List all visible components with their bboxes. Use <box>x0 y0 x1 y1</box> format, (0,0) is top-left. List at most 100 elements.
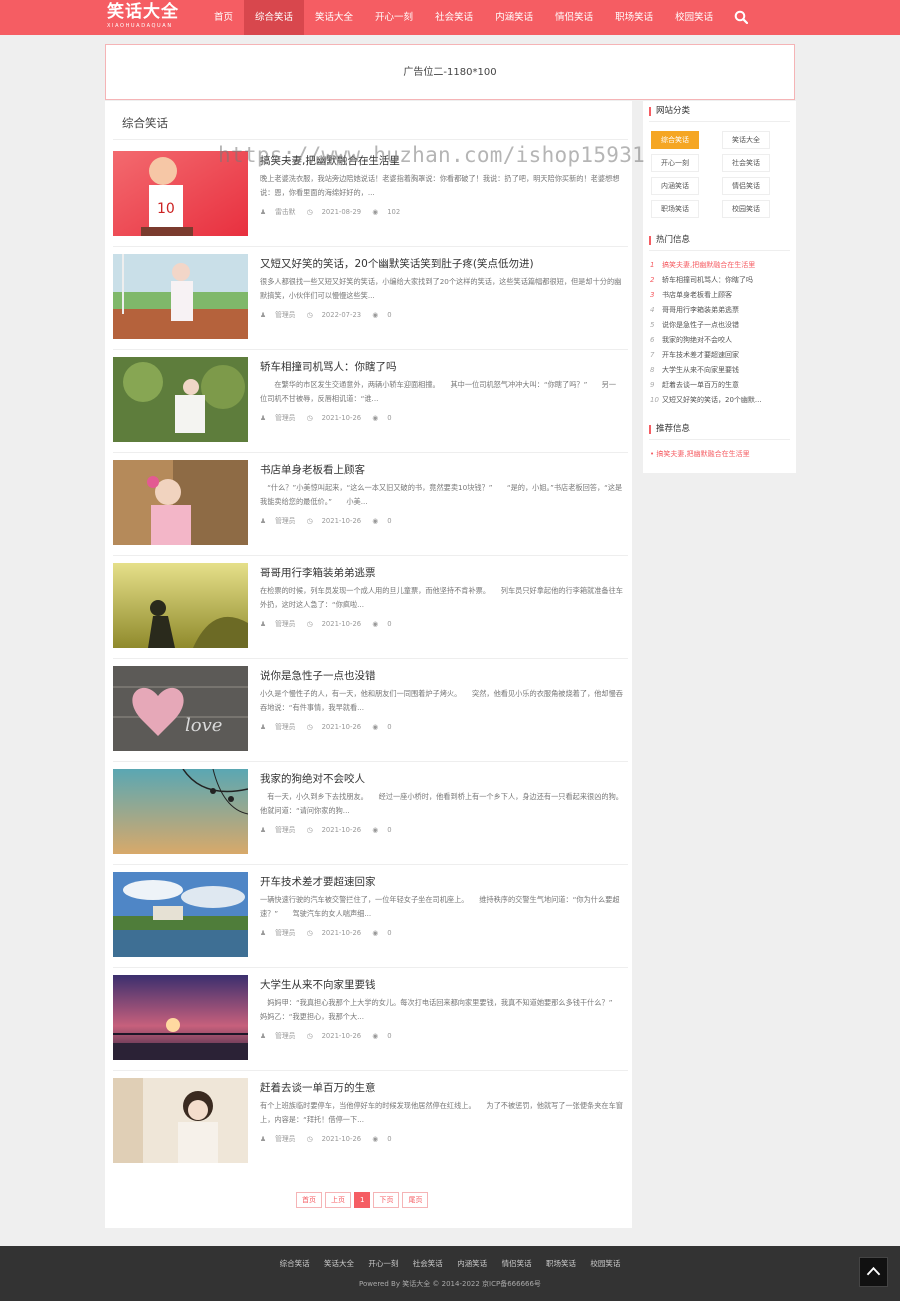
article-thumbnail[interactable] <box>113 769 248 854</box>
back-to-top-icon[interactable] <box>859 1257 888 1287</box>
article-thumbnail[interactable] <box>113 1078 248 1163</box>
article-thumbnail[interactable] <box>113 975 248 1060</box>
article-thumbnail[interactable] <box>113 254 248 339</box>
hot-item[interactable]: 10 又短又好笑的笑话，20个幽默... <box>650 395 790 405</box>
article-title[interactable]: 我家的狗绝对不会咬人 <box>260 771 365 786</box>
list-item[interactable]: 哥哥用行李箱装弟弟逃票 在检票的时候，列车员发现一个成人用的旦儿童票，而他坚持不… <box>113 563 628 659</box>
search-icon[interactable] <box>734 10 748 24</box>
list-item[interactable]: 书店单身老板看上顾客 “什么？”小美惊叫起来，“这么一本又旧又破的书，竟然要卖1… <box>113 460 628 556</box>
hot-item-title[interactable]: 我家的狗绝对不会咬人 <box>662 336 732 344</box>
hot-item-title[interactable]: 说你是急性子一点也没错 <box>662 321 739 329</box>
footer-link[interactable]: 校园笑话 <box>590 1259 620 1268</box>
divider <box>649 250 790 251</box>
list-item[interactable]: 我家的狗绝对不会咬人 有一天，小久到乡下去找朋友。 经过一座小桥时，他看到桥上有… <box>113 769 628 865</box>
article-summary: 有个上班族临时要停车，当他停好车的时候发现他居然停在红线上。 为了不被惩罚，他就… <box>260 1101 623 1124</box>
pager-current[interactable]: 1 <box>354 1192 371 1208</box>
eye-icon: ◉ <box>372 414 379 422</box>
article-title[interactable]: 开车技术差才要超速回家 <box>260 874 376 889</box>
article-date: 2021-10-26 <box>321 929 362 937</box>
article-list-panel: 综合笑话 10 搞笑夫妻,把幽默融合在生活里 晚上老婆洗衣服，我站旁边陪她说话！… <box>105 101 632 1228</box>
hot-item[interactable]: 6 我家的狗绝对不会咬人 <box>650 335 790 345</box>
list-item[interactable]: love 说你是急性子一点也没错 小久是个慢性子的人，有一天，他和朋友们一同围着… <box>113 666 628 762</box>
nav-item-kaixin[interactable]: 开心一刻 <box>364 0 424 35</box>
clock-icon: ◷ <box>306 929 313 937</box>
article-title[interactable]: 又短又好笑的笑话，20个幽默笑话笑到肚子疼(笑点低勿进) <box>260 256 534 271</box>
article-title[interactable]: 大学生从来不向家里要钱 <box>260 977 376 992</box>
rank-number: 3 <box>650 291 655 299</box>
category-qinglv[interactable]: 情侣笑话 <box>722 177 770 195</box>
article-thumbnail[interactable] <box>113 460 248 545</box>
article-title[interactable]: 搞笑夫妻,把幽默融合在生活里 <box>260 153 400 168</box>
hot-item[interactable]: 5 说你是急性子一点也没错 <box>650 320 790 330</box>
footer-link[interactable]: 情侣笑话 <box>502 1259 532 1268</box>
hot-item[interactable]: 3 书店单身老板看上顾客 <box>650 290 790 300</box>
footer-link[interactable]: 职场笑话 <box>546 1259 576 1268</box>
article-title[interactable]: 说你是急性子一点也没错 <box>260 668 376 683</box>
pager-last[interactable]: 尾页 <box>402 1192 429 1208</box>
hot-item[interactable]: 1 搞笑夫妻,把幽默融合在生活里 <box>650 260 790 270</box>
pager-next[interactable]: 下页 <box>373 1192 400 1208</box>
list-item[interactable]: 10 搞笑夫妻,把幽默融合在生活里 晚上老婆洗衣服，我站旁边陪她说话！老婆指着胸… <box>113 151 628 247</box>
hot-item-title[interactable]: 轿车相撞司机骂人：你瞎了吗 <box>662 276 753 284</box>
nav-item-shehui[interactable]: 社会笑话 <box>424 0 484 35</box>
category-kaixin[interactable]: 开心一刻 <box>651 154 699 172</box>
site-logo[interactable]: 笑话大全 XIAOHUADAQUAN <box>107 2 187 33</box>
ad-banner[interactable]: 广告位二-1180*100 <box>105 44 795 100</box>
rank-number: 6 <box>650 336 655 344</box>
rank-number: 4 <box>650 306 655 314</box>
article-meta: ♟ 管理员 ◷ 2021-10-26 ◉ 0 <box>260 515 401 525</box>
footer-link[interactable]: 开心一刻 <box>368 1259 398 1268</box>
nav-item-home[interactable]: 首页 <box>203 0 244 35</box>
hot-item[interactable]: 8 大学生从来不向家里要钱 <box>650 365 790 375</box>
nav-item-zhichang[interactable]: 职场笑话 <box>604 0 664 35</box>
article-thumbnail[interactable]: love <box>113 666 248 751</box>
category-zhichang[interactable]: 职场笑话 <box>651 200 699 218</box>
list-item[interactable]: 开车技术差才要超速回家 一辆快速行驶的汽车被交警拦住了，一位年轻女子坐在司机座上… <box>113 872 628 968</box>
main-nav: 首页 综合笑话 笑话大全 开心一刻 社会笑话 内涵笑话 情侣笑话 职场笑话 校园… <box>203 0 724 35</box>
pager-prev[interactable]: 上页 <box>325 1192 351 1208</box>
hot-item-title[interactable]: 书店单身老板看上顾客 <box>662 291 732 299</box>
list-item[interactable]: 又短又好笑的笑话，20个幽默笑话笑到肚子疼(笑点低勿进) 很多人都很找一些又短又… <box>113 254 628 350</box>
footer-link[interactable]: 内涵笑话 <box>457 1259 487 1268</box>
article-thumbnail[interactable] <box>113 563 248 648</box>
category-xiaohua[interactable]: 笑话大全 <box>722 131 770 149</box>
footer-link[interactable]: 笑话大全 <box>324 1259 354 1268</box>
recommend-item[interactable]: • 搞笑夫妻,把幽默融合在生活里 <box>650 449 750 459</box>
list-item[interactable]: 赶着去谈一单百万的生意 有个上班族临时要停车，当他停好车的时候发现他居然停在红线… <box>113 1078 628 1174</box>
article-meta: ♟ 管理员 ◷ 2021-10-26 ◉ 0 <box>260 412 401 422</box>
nav-item-zonghe[interactable]: 综合笑话 <box>244 0 305 35</box>
hot-item[interactable]: 4 哥哥用行李箱装弟弟逃票 <box>650 305 790 315</box>
pager-first[interactable]: 首页 <box>296 1192 322 1208</box>
hot-item-title[interactable]: 开车技术差才要超速回家 <box>662 351 739 359</box>
article-thumbnail[interactable]: 10 <box>113 151 248 236</box>
article-thumbnail[interactable] <box>113 357 248 442</box>
article-title[interactable]: 哥哥用行李箱装弟弟逃票 <box>260 565 376 580</box>
article-title[interactable]: 书店单身老板看上顾客 <box>260 462 365 477</box>
hot-item[interactable]: 2 轿车相撞司机骂人：你瞎了吗 <box>650 275 790 285</box>
nav-item-qinglv[interactable]: 情侣笑话 <box>544 0 604 35</box>
hot-item-title[interactable]: 哥哥用行李箱装弟弟逃票 <box>662 306 739 314</box>
category-zonghe[interactable]: 综合笑话 <box>651 131 699 149</box>
hot-item-title[interactable]: 大学生从来不向家里要钱 <box>662 366 739 374</box>
nav-item-xiaoyuan[interactable]: 校园笑话 <box>664 0 724 35</box>
recommend-item-title[interactable]: 搞笑夫妻,把幽默融合在生活里 <box>656 450 749 458</box>
footer-link[interactable]: 社会笑话 <box>413 1259 443 1268</box>
article-author: 管理员 <box>275 929 296 937</box>
list-item[interactable]: 轿车相撞司机骂人：你瞎了吗 在繁华的市区发生交通意外，两辆小轿车迎面相撞。 其中… <box>113 357 628 453</box>
article-views: 0 <box>387 929 392 937</box>
nav-item-xiaohua[interactable]: 笑话大全 <box>304 0 364 35</box>
hot-item-title[interactable]: 搞笑夫妻,把幽默融合在生活里 <box>662 261 755 269</box>
nav-item-neihan[interactable]: 内涵笑话 <box>484 0 544 35</box>
category-shehui[interactable]: 社会笑话 <box>722 154 770 172</box>
hot-item[interactable]: 7 开车技术差才要超速回家 <box>650 350 790 360</box>
article-thumbnail[interactable] <box>113 872 248 957</box>
article-title[interactable]: 赶着去谈一单百万的生意 <box>260 1080 376 1095</box>
article-title[interactable]: 轿车相撞司机骂人：你瞎了吗 <box>260 359 397 374</box>
category-neihan[interactable]: 内涵笑话 <box>651 177 699 195</box>
hot-item[interactable]: 9 赶着去谈一单百万的生意 <box>650 380 790 390</box>
hot-item-title[interactable]: 赶着去谈一单百万的生意 <box>662 381 739 389</box>
category-xiaoyuan[interactable]: 校园笑话 <box>722 200 770 218</box>
list-item[interactable]: 大学生从来不向家里要钱 妈妈甲：“我真担心我那个上大学的女儿。每次打电话回来都向… <box>113 975 628 1071</box>
footer-link[interactable]: 综合笑话 <box>280 1259 310 1268</box>
hot-item-title[interactable]: 又短又好笑的笑话，20个幽默... <box>662 396 762 404</box>
